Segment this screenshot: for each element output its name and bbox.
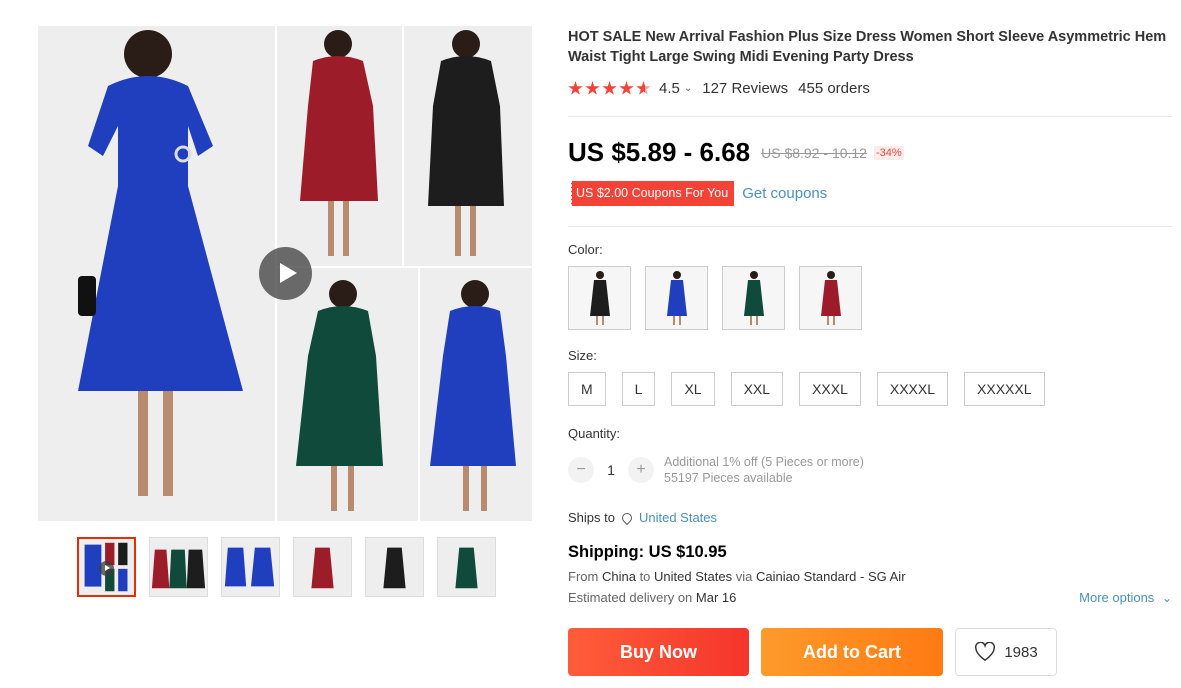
delivery-label: Estimated delivery on xyxy=(568,590,693,605)
thumbnail-strip xyxy=(77,537,496,597)
original-price: US $8.92 - 10.12 xyxy=(761,144,867,161)
half-star-icon xyxy=(636,81,651,95)
quantity-label: Quantity: xyxy=(568,426,621,441)
thumbnail-1[interactable] xyxy=(77,537,136,597)
dress-swatch-blue xyxy=(666,271,687,325)
thumbnail-6[interactable] xyxy=(437,537,496,597)
chevron-down-icon[interactable]: ⌄ xyxy=(684,83,692,94)
current-price: US $5.89 - 6.68 xyxy=(568,137,751,167)
quantity-input[interactable]: 1 xyxy=(594,462,628,478)
quantity-stepper: − 1 + Additional 1% off (5 Pieces or mor… xyxy=(568,454,864,486)
size-option-xxl[interactable]: XXL xyxy=(730,372,784,406)
reviews-count-link[interactable]: 127 Reviews xyxy=(702,80,788,97)
shipping-route: From China to United States via Cainiao … xyxy=(568,569,906,584)
quantity-increase-button[interactable]: + xyxy=(628,457,654,483)
size-option-m[interactable]: M xyxy=(568,372,606,406)
size-option-xxxxxl[interactable]: XXXXXL xyxy=(964,372,1045,406)
thumbnail-5[interactable] xyxy=(365,537,424,597)
main-product-image[interactable] xyxy=(38,26,532,521)
thumbnail-image xyxy=(294,538,351,596)
get-coupons-link[interactable]: Get coupons xyxy=(742,185,827,202)
shipping-method: Cainiao Standard - SG Air xyxy=(755,569,906,584)
coupon-row: US $2.00 Coupons For You Get coupons xyxy=(570,181,827,206)
thumbnail-image xyxy=(438,538,495,596)
star-icon xyxy=(585,81,600,95)
from-label: From xyxy=(568,569,599,584)
more-options-label: More options xyxy=(1079,590,1155,605)
delivery-date: Mar 16 xyxy=(695,590,737,605)
to-label: to xyxy=(639,569,651,584)
discount-badge: -34% xyxy=(873,145,904,160)
divider xyxy=(568,226,1172,227)
star-icon xyxy=(619,81,634,95)
buy-now-button[interactable]: Buy Now xyxy=(568,628,749,676)
size-option-xxxxl[interactable]: XXXXL xyxy=(876,372,949,406)
size-label: Size: xyxy=(568,348,597,363)
quantity-info: Additional 1% off (5 Pieces or more) 551… xyxy=(664,454,864,486)
more-options-link[interactable]: More options ⌄ xyxy=(1079,590,1172,605)
heart-icon xyxy=(975,642,996,662)
thumbnail-4[interactable] xyxy=(293,537,352,597)
origin-country: China xyxy=(601,569,636,584)
color-label: Color: xyxy=(568,242,603,257)
thumbnail-3[interactable] xyxy=(221,537,280,597)
add-to-cart-button[interactable]: Add to Cart xyxy=(761,628,943,676)
rating-stars xyxy=(568,81,651,96)
thumbnail-image xyxy=(222,538,279,596)
ships-to-row: Ships to United States xyxy=(568,510,717,525)
dress-swatch-green xyxy=(743,271,764,325)
color-option-green[interactable] xyxy=(722,266,785,330)
estimated-delivery: Estimated delivery on Mar 16 xyxy=(568,590,736,605)
via-label: via xyxy=(735,569,753,584)
thumbnail-image xyxy=(366,538,423,596)
color-options xyxy=(568,266,862,330)
product-title: HOT SALE New Arrival Fashion Plus Size D… xyxy=(568,29,1167,65)
rating-value[interactable]: 4.5 xyxy=(659,80,680,97)
ships-to-country-link[interactable]: United States xyxy=(639,510,717,525)
wishlist-count: 1983 xyxy=(1004,643,1038,661)
size-option-xxxl[interactable]: XXXL xyxy=(799,372,861,406)
thumbnail-image xyxy=(150,538,207,596)
coupon-badge[interactable]: US $2.00 Coupons For You xyxy=(570,181,735,206)
star-icon xyxy=(602,81,617,95)
color-option-black[interactable] xyxy=(568,266,631,330)
destination-country: United States xyxy=(654,569,733,584)
play-video-icon[interactable] xyxy=(259,247,312,300)
divider xyxy=(568,116,1172,117)
dress-swatch-black xyxy=(589,271,610,325)
star-icon xyxy=(568,81,583,95)
wishlist-button[interactable]: 1983 xyxy=(955,628,1057,676)
size-option-xl[interactable]: XL xyxy=(671,372,715,406)
thumbnail-2[interactable] xyxy=(149,537,208,597)
chevron-down-icon: ⌄ xyxy=(1161,591,1172,605)
price-row: US $5.89 - 6.68 US $8.92 - 10.12 -34% xyxy=(568,137,904,168)
color-option-blue[interactable] xyxy=(645,266,708,330)
quantity-decrease-button[interactable]: − xyxy=(568,457,594,483)
location-pin-icon xyxy=(619,510,635,525)
shipping-cost: Shipping: US $10.95 xyxy=(568,543,727,561)
color-option-red[interactable] xyxy=(799,266,862,330)
quantity-discount-note: Additional 1% off (5 Pieces or more) xyxy=(664,455,864,469)
rating-row: 4.5 ⌄ 127 Reviews 455 orders xyxy=(568,80,870,97)
orders-count: 455 orders xyxy=(798,80,870,97)
ships-to-label: Ships to xyxy=(568,510,615,525)
action-buttons: Buy Now Add to Cart 1983 xyxy=(568,628,1057,676)
stock-available: 55197 Pieces available xyxy=(664,471,793,485)
size-options: M L XL XXL XXXL XXXXL XXXXXL xyxy=(568,372,1045,406)
size-option-l[interactable]: L xyxy=(621,372,656,406)
dress-swatch-red xyxy=(820,271,841,325)
video-indicator-icon xyxy=(99,561,114,576)
